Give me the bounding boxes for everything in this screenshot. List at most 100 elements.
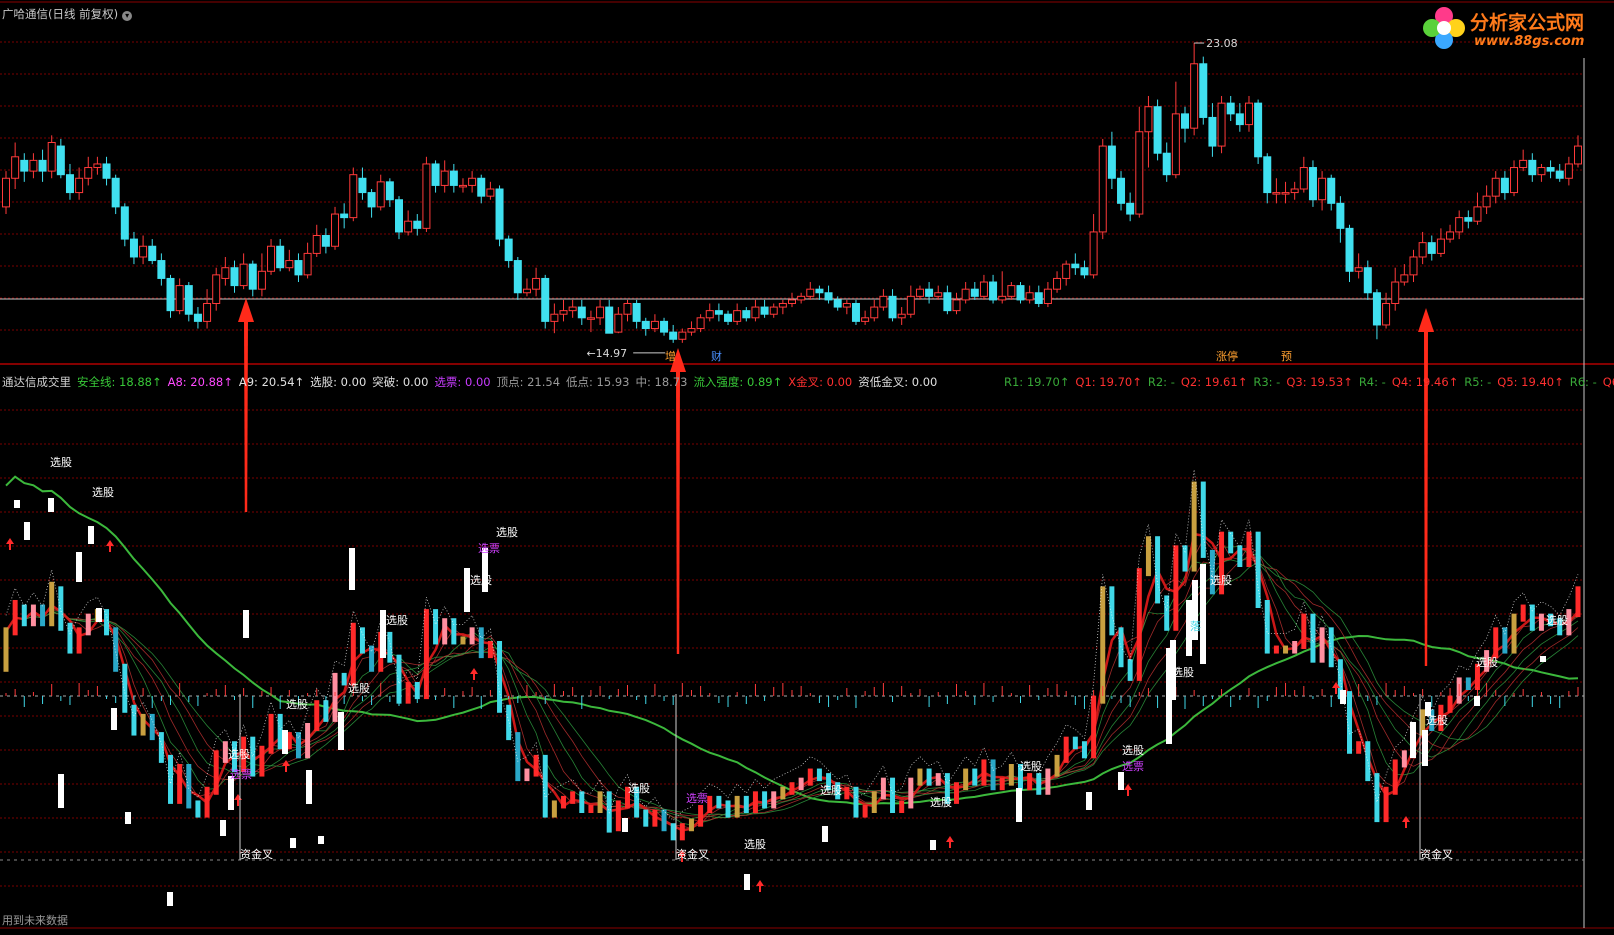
signal-bar (282, 730, 288, 754)
candle (1510, 160, 1519, 197)
indicator-value-10: 流入强度: 0.89↑ (693, 375, 783, 389)
indicator-bar (1328, 627, 1334, 668)
indicator-right-value-5: Q3: 19.53↑ (1286, 375, 1353, 389)
candle (1034, 285, 1043, 308)
chart-window[interactable]: 23.08 ←14.97 增财涨停预选股 选股 选股 选股 选股 选股 选股 选股 选股 选股 选股 选股… (0, 0, 1614, 932)
indicator-bar (40, 604, 46, 627)
indicator-bar (935, 773, 941, 786)
candle (1400, 264, 1409, 286)
signal-bar (338, 712, 344, 750)
candle (532, 267, 541, 297)
indicator-bar (1401, 750, 1407, 768)
indicator-bar (999, 777, 1005, 791)
candle (56, 138, 65, 179)
indicator-bar (1493, 627, 1499, 659)
signal-bar (1016, 788, 1022, 822)
candle (239, 253, 248, 290)
candle (175, 278, 184, 315)
candle (1336, 196, 1345, 243)
candle (952, 292, 961, 315)
candle (422, 156, 431, 232)
chevron-down-icon[interactable]: ▾ (122, 11, 133, 21)
candle (998, 271, 1007, 304)
indicator-value-5: 突破: 0.00 (372, 375, 429, 389)
event-marker: 财 (711, 349, 722, 363)
select-signal-label: 选股 (348, 682, 370, 695)
candle (203, 289, 212, 329)
indicator-right-value-8: R5: - (1464, 375, 1492, 389)
indicator-bar (277, 713, 283, 750)
candle (1053, 271, 1062, 293)
chart-canvas[interactable]: 23.08←14.97 增财涨停 预选股选股选股选股选股选股选股选股选股选股选股选股… (0, 0, 1614, 932)
candle (1043, 282, 1052, 308)
indicator-bar (12, 600, 18, 636)
candle (1345, 224, 1354, 283)
indicator-bar (213, 750, 219, 795)
drop-signal-label: 落 (1190, 620, 1201, 633)
buy-arrow-icon (106, 540, 114, 552)
indicator-bar (1109, 586, 1115, 636)
indicator-bar (1164, 595, 1170, 631)
candle (660, 317, 669, 336)
candle (349, 167, 358, 222)
candle (1107, 131, 1116, 189)
candle (468, 171, 477, 193)
candle (897, 307, 906, 325)
candle (1071, 253, 1080, 275)
candle (2, 171, 10, 215)
high-price-label: 23.08 (1206, 37, 1238, 50)
candle (1418, 231, 1427, 265)
indicator-bar (524, 768, 530, 782)
candle (1574, 135, 1582, 168)
signal-bar (76, 552, 82, 582)
indicator-bar (305, 723, 311, 759)
select-signal-label: 选股 (744, 838, 766, 851)
candle (29, 153, 38, 179)
indicator-bar (1136, 568, 1142, 681)
ticket-signal-label: 选票 (230, 768, 252, 781)
low-price-label: ←14.97 (586, 347, 627, 360)
candle (1446, 224, 1455, 243)
candle (879, 289, 888, 311)
stock-title: 广哈通信(日线 前复权) (2, 7, 119, 21)
indicator-bar (21, 604, 27, 627)
signal-bar (1118, 772, 1124, 790)
candle (1153, 99, 1162, 161)
candle (1162, 142, 1171, 182)
indicator-bar (177, 764, 183, 804)
candle (1080, 260, 1089, 279)
indicator-bar (853, 786, 859, 818)
watermark-url: www.88gs.com (1474, 34, 1585, 49)
indicator-bar (168, 754, 174, 804)
price-panel-title[interactable]: 广哈通信(日线 前复权) ▾ (2, 6, 138, 22)
candle (120, 203, 129, 247)
candle (440, 160, 449, 193)
indicator-bar (259, 745, 265, 777)
indicator-bar (1191, 481, 1197, 572)
indicator-bar (652, 809, 658, 827)
candle (1500, 171, 1509, 200)
candle (806, 282, 815, 300)
candle (148, 239, 157, 265)
candle (38, 149, 47, 182)
select-signal-label: 选股 (228, 748, 250, 761)
candle (212, 267, 221, 311)
indicator-header-right: R1: 19.70↑ Q1: 19.70↑ R2: - Q2: 19.61↑ R3: -… (1004, 374, 1614, 390)
candle (979, 274, 988, 300)
indicator-header: 通达信成交里 安全线: 18.88↑ A8: 20.88↑ A9: 20.54↑ 选股:… (2, 374, 943, 390)
candle (605, 299, 614, 334)
candle (303, 242, 312, 279)
indicator-bar (1310, 613, 1316, 663)
indicator-bar (688, 818, 694, 832)
indicator-bar (679, 823, 685, 841)
candle (797, 292, 806, 304)
indicator-bar (771, 791, 777, 809)
indicator-bar (1502, 627, 1508, 654)
signal-bar (14, 500, 20, 508)
candle (678, 328, 687, 343)
candle (632, 299, 641, 329)
candle (888, 289, 897, 322)
candle (1455, 210, 1464, 240)
candle (1528, 153, 1537, 182)
indicator-bar (926, 768, 932, 786)
